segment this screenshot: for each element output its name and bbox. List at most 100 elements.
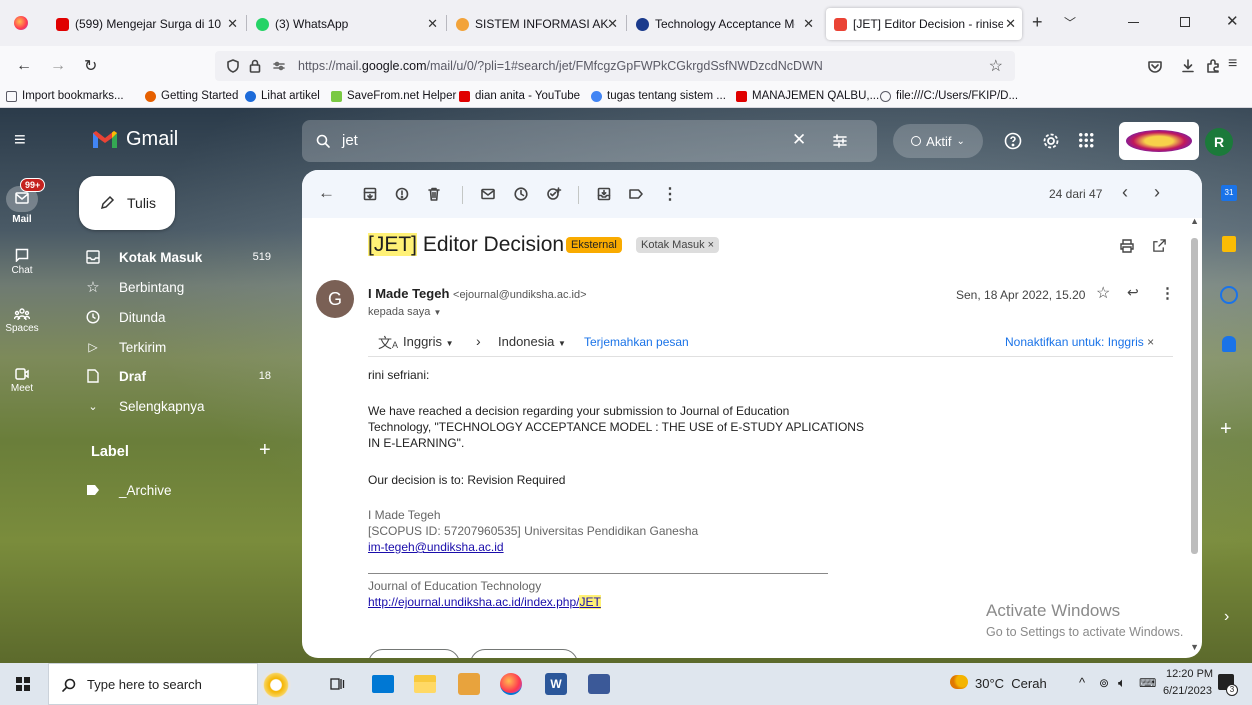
scroll-up-icon[interactable]: ▲ — [1190, 216, 1199, 226]
weather-text[interactable]: 30°C Cerah — [975, 676, 1047, 691]
bookmark-item[interactable]: Lihat artikel — [245, 90, 320, 102]
bookmark-item[interactable]: SaveFrom.net Helper — [331, 90, 456, 102]
translate-message-link[interactable]: Terjemahkan pesan — [584, 335, 689, 349]
compose-button[interactable]: Tulis — [79, 176, 175, 230]
mail-app-icon[interactable] — [372, 675, 394, 693]
new-tab-icon[interactable]: + — [1032, 12, 1043, 33]
app-menu-icon[interactable]: ≡ — [1228, 55, 1237, 73]
browser-tab-1[interactable]: (599) Mengejar Surga di 10 H ✕ — [48, 8, 244, 40]
apps-grid-icon[interactable] — [1078, 132, 1094, 148]
details-dropdown-icon[interactable]: ▼ — [433, 308, 441, 317]
scroll-down-icon[interactable]: ▼ — [1190, 642, 1199, 652]
firefox-menu-icon[interactable] — [14, 16, 28, 30]
main-menu-icon[interactable]: ≡ — [14, 130, 26, 150]
tab-list-chevron-icon[interactable]: ﹀ — [1064, 14, 1076, 31]
close-tab-icon[interactable]: ✕ — [227, 16, 238, 32]
disable-translation-link[interactable]: Nonaktifkan untuk: Inggris × — [1005, 335, 1154, 349]
search-icon[interactable] — [315, 133, 331, 149]
forward-button[interactable] — [470, 649, 578, 658]
bookmark-item[interactable]: MANAJEMEN QALBU,... — [736, 90, 879, 102]
close-window-icon[interactable]: ✕ — [1226, 12, 1239, 30]
language-input-icon[interactable]: ⌨ — [1139, 676, 1156, 690]
search-options-icon[interactable] — [832, 133, 848, 149]
tasks-icon[interactable] — [1220, 286, 1238, 304]
minimize-icon[interactable] — [1128, 22, 1139, 23]
newer-icon[interactable]: ‹ — [1122, 182, 1128, 203]
photos-app-icon[interactable] — [588, 674, 610, 694]
extensions-icon[interactable] — [1205, 58, 1221, 74]
bookmark-item[interactable]: Getting Started — [145, 90, 238, 102]
more-email-options-icon[interactable]: ⋮ — [1160, 284, 1175, 302]
browser-tab-2[interactable]: (3) WhatsApp ✕ — [248, 8, 444, 40]
close-tab-icon[interactable]: ✕ — [607, 16, 618, 32]
clock-date[interactable]: 6/21/2023 — [1163, 685, 1212, 697]
sender-avatar[interactable]: G — [316, 280, 354, 318]
permissions-icon[interactable] — [271, 58, 287, 74]
volume-icon[interactable]: 🔈︎ — [1118, 675, 1126, 691]
account-logo-badge[interactable] — [1119, 122, 1199, 160]
reply-button[interactable] — [368, 649, 460, 658]
back-to-list-icon[interactable]: ← — [318, 183, 335, 203]
browser-tab-3[interactable]: SISTEM INFORMASI AKADEMI ✕ — [448, 8, 624, 40]
taskbar-search[interactable]: Type here to search — [48, 663, 291, 705]
bookmark-item[interactable]: file:///C:/Users/FKIP/D... — [880, 90, 1018, 102]
search-bar[interactable]: jet ✕ — [302, 120, 877, 162]
reload-icon[interactable]: ↻ — [84, 56, 97, 76]
nav-snoozed[interactable]: Ditunda — [85, 305, 285, 329]
help-icon[interactable] — [1004, 132, 1022, 150]
print-icon[interactable] — [1119, 238, 1135, 254]
close-icon[interactable]: × — [1147, 335, 1154, 349]
start-windows-icon[interactable] — [16, 677, 30, 691]
add-addon-icon[interactable]: + — [1220, 418, 1232, 441]
pocket-icon[interactable] — [1147, 58, 1163, 74]
search-input[interactable]: jet — [342, 132, 358, 149]
target-language-select[interactable]: Indonesia ▼ — [498, 334, 566, 349]
pdf-app-icon[interactable] — [458, 673, 480, 695]
word-app-icon[interactable]: W — [545, 673, 567, 695]
add-task-icon[interactable] — [546, 186, 562, 202]
browser-tab-5-active[interactable]: [JET] Editor Decision - rinisefri ✕ — [826, 8, 1022, 40]
firefox-taskbar-icon[interactable] — [500, 673, 522, 695]
rail-mail[interactable]: 99+ Mail — [0, 178, 46, 225]
add-label-icon[interactable]: + — [259, 439, 271, 462]
archive-icon[interactable] — [362, 186, 378, 202]
nav-more[interactable]: ⌄ Selengkapnya — [85, 394, 285, 418]
source-language-select[interactable]: Inggris ▼ — [403, 334, 454, 349]
nav-starred[interactable]: ☆ Berbintang — [85, 275, 285, 299]
mark-unread-icon[interactable] — [480, 186, 496, 202]
calendar-icon[interactable]: 31 — [1221, 185, 1237, 201]
network-icon[interactable]: ⊚ — [1099, 676, 1109, 690]
gmail-logo[interactable]: Gmail — [92, 128, 178, 151]
nav-sent[interactable]: ▷ Terkirim — [85, 335, 285, 359]
star-email-icon[interactable]: ☆ — [1096, 283, 1110, 303]
settings-icon[interactable] — [1042, 132, 1060, 150]
account-avatar[interactable]: R — [1205, 128, 1233, 156]
bookmark-star-icon[interactable]: ☆ — [989, 56, 1003, 76]
move-to-icon[interactable] — [596, 186, 612, 202]
expand-panel-icon[interactable]: › — [1224, 608, 1229, 626]
signature-email-link[interactable]: im-tegeh@undiksha.ac.id — [368, 540, 504, 554]
bookmark-item[interactable]: tugas tentang sistem ... — [591, 90, 726, 102]
forward-icon[interactable]: → — [50, 57, 66, 75]
keep-icon[interactable] — [1222, 236, 1236, 252]
footer-journal-link[interactable]: http://ejournal.undiksha.ac.id/index.php… — [368, 595, 601, 609]
more-options-icon[interactable]: ⋮ — [662, 184, 678, 204]
nav-drafts[interactable]: Draf 18 — [85, 364, 285, 388]
clear-search-icon[interactable]: ✕ — [792, 130, 806, 150]
rail-chat[interactable]: Chat — [0, 248, 44, 276]
scrollbar[interactable] — [1191, 238, 1198, 554]
label-archive[interactable]: _Archive — [85, 478, 285, 502]
status-button[interactable]: Aktif ⌄ — [893, 124, 983, 158]
shield-icon[interactable] — [225, 58, 241, 74]
back-icon[interactable]: ← — [16, 57, 32, 75]
contacts-icon[interactable] — [1222, 336, 1236, 352]
sender-name[interactable]: I Made Tegeh — [368, 286, 449, 301]
close-tab-icon[interactable]: ✕ — [803, 16, 814, 32]
rail-spaces[interactable]: Spaces — [0, 307, 44, 334]
nav-inbox[interactable]: Kotak Masuk 519 — [85, 245, 285, 269]
inbox-label-chip[interactable]: Kotak Masuk × — [636, 237, 720, 253]
report-spam-icon[interactable] — [394, 186, 410, 202]
snooze-icon[interactable] — [513, 186, 529, 202]
reply-icon[interactable]: ↩ — [1127, 284, 1139, 301]
clock-time[interactable]: 12:20 PM — [1166, 668, 1213, 680]
